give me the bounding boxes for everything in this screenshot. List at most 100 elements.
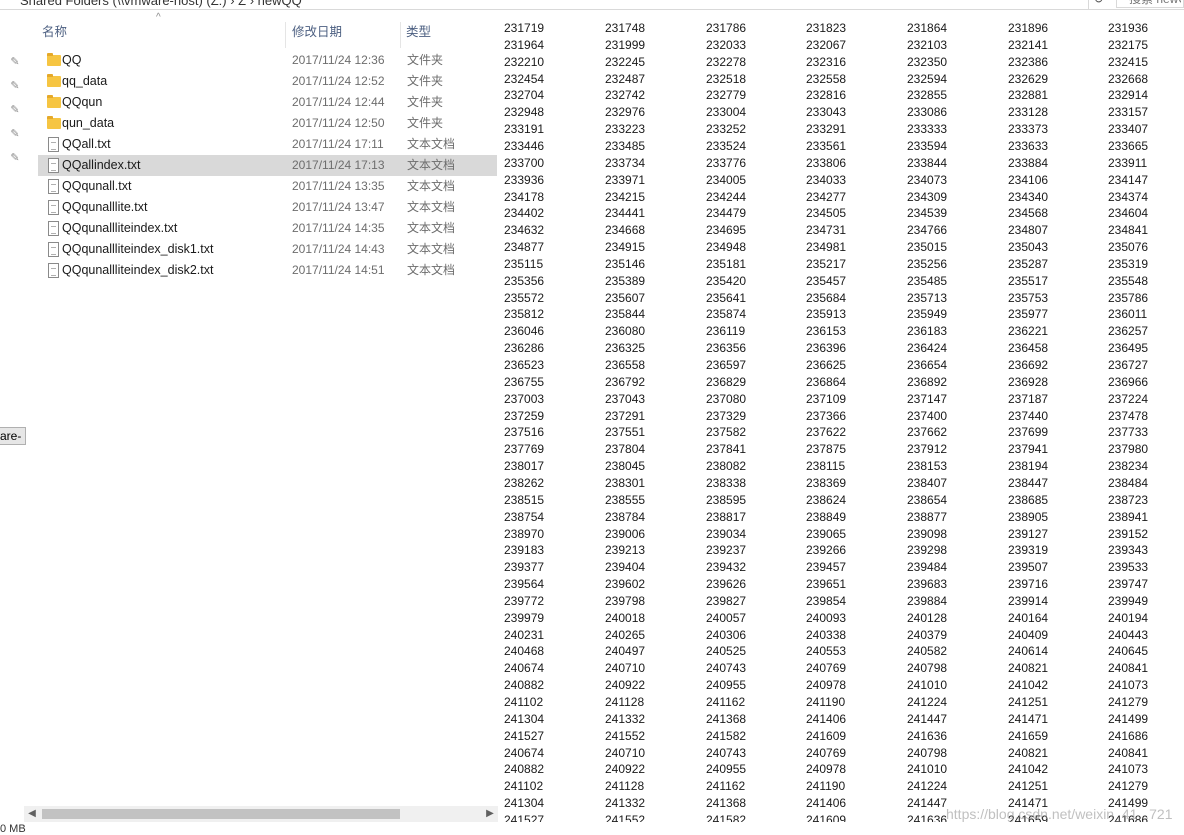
number-cell: 241128	[605, 695, 645, 709]
pin-icon[interactable]: ✎	[9, 152, 21, 164]
column-headers: ^ 名称 修改日期 类型	[34, 12, 498, 48]
number-cell: 238685	[1008, 492, 1049, 507]
file-date: 2017/11/24 14:43	[292, 242, 385, 256]
number-cell: 239484	[907, 560, 948, 575]
number-cell: 238784	[605, 509, 646, 524]
number-cell: 238905	[1008, 509, 1049, 524]
number-cell: 241636	[907, 812, 948, 822]
number-cell: 233884	[1008, 155, 1049, 170]
number-cell: 233333	[907, 122, 948, 137]
file-date: 2017/11/24 12:36	[292, 53, 385, 67]
number-cell: 234309	[907, 189, 948, 204]
file-name: qq_data	[62, 74, 108, 88]
number-cell: 240093	[806, 610, 847, 625]
scroll-right-icon[interactable]: ▶	[482, 806, 498, 822]
number-cell: 240553	[806, 644, 847, 659]
file-name: QQqunall.txt	[62, 179, 132, 193]
number-cell: 239183	[504, 543, 545, 558]
number-cell: 233004	[706, 105, 747, 120]
number-cell: 236692	[1008, 358, 1049, 372]
horizontal-scrollbar[interactable]: ◀ ▶	[24, 806, 498, 822]
scrollbar-thumb[interactable]	[42, 809, 400, 819]
number-cell: 234807	[1008, 223, 1049, 238]
number-cell: 232210	[504, 54, 545, 69]
number-cell: 234948	[706, 240, 747, 255]
address-path[interactable]: Shared Folders (\\vmware-host) (Z:) › Z …	[20, 0, 302, 8]
file-date: 2017/11/24 14:35	[292, 221, 385, 235]
number-row: 241304 241332 241368 241406 241447 241471 2414…	[500, 711, 1184, 728]
column-header-date[interactable]: 修改日期	[284, 18, 400, 48]
file-type: 文本文档	[407, 263, 456, 277]
number-cell: 241190	[806, 695, 846, 709]
number-row: 232454 232487 232518 232558 232594 232629 2326…	[500, 71, 1184, 88]
number-cell: 231964	[504, 37, 545, 52]
number-row: 233446 233485 233524 233561 233594 233633 2336…	[500, 138, 1184, 155]
number-cell: 235607	[605, 290, 646, 305]
number-cell: 241499	[1108, 711, 1149, 726]
number-row: 235356 235389 235420 235457 235485 235517 2355…	[500, 273, 1184, 290]
file-row[interactable]: QQ 2017/11/24 12:36 文件夹	[38, 50, 497, 71]
file-date: 2017/11/24 12:44	[292, 95, 385, 109]
number-cell: 235485	[907, 273, 948, 288]
file-row[interactable]: qun_data 2017/11/24 12:50 文件夹	[38, 113, 497, 134]
number-cell: 236119	[706, 324, 746, 339]
number-row: 236755 236792 236829 236864 236892 236928 2369…	[500, 374, 1184, 391]
number-cell: 241686	[1108, 728, 1149, 743]
number-cell: 239065	[806, 526, 847, 541]
number-row: 240468 240497 240525 240553 240582 240614 2406…	[500, 643, 1184, 660]
number-cell: 233700	[504, 155, 545, 170]
file-row[interactable]: QQqunall.txt 2017/11/24 13:35 文本文档	[38, 176, 497, 197]
number-cell: 232704	[504, 88, 545, 103]
file-row[interactable]: QQallindex.txt 2017/11/24 17:13 文本文档	[38, 155, 497, 176]
file-row[interactable]: QQall.txt 2017/11/24 17:11 文本文档	[38, 134, 497, 155]
refresh-icon[interactable]: ↻	[1088, 0, 1108, 9]
pin-icon[interactable]: ✎	[9, 104, 21, 116]
column-header-type[interactable]: 类型	[398, 18, 498, 48]
text-file-icon	[46, 200, 62, 216]
number-cell: 240955	[706, 762, 747, 777]
number-cell: 236286	[504, 341, 545, 356]
number-cell: 241368	[706, 796, 747, 811]
number-cell: 241251	[1008, 779, 1049, 794]
number-cell: 232141	[1008, 37, 1049, 52]
number-row: 237259 237291 237329 237366 237400 237440 2374…	[500, 408, 1184, 425]
number-cell: 233776	[706, 155, 747, 170]
file-row[interactable]: QQqunallliteindex.txt 2017/11/24 14:35 文本文…	[38, 218, 497, 239]
scroll-left-icon[interactable]: ◀	[24, 806, 40, 822]
column-header-name[interactable]: 名称	[34, 18, 286, 48]
number-cell: 236625	[806, 358, 847, 372]
number-cell: 240443	[1108, 627, 1149, 642]
folder-icon	[46, 53, 62, 69]
number-cell: 235287	[1008, 256, 1049, 271]
file-row[interactable]: QQqun 2017/11/24 12:44 文件夹	[38, 92, 497, 113]
file-row[interactable]: QQqunallliteindex_disk1.txt 2017/11/24 14…	[38, 239, 497, 260]
number-cell: 234005	[706, 172, 747, 187]
number-cell: 240882	[504, 762, 545, 777]
file-row[interactable]: QQqunalllite.txt 2017/11/24 13:47 文本文档	[38, 197, 497, 218]
chevron-down-icon[interactable]: ▾	[1070, 0, 1086, 8]
number-cell: 232881	[1008, 88, 1049, 103]
share-tooltip: are-	[0, 427, 27, 445]
address-bar[interactable]: Shared Folders (\\vmware-host) (Z:) › Z …	[0, 0, 1184, 10]
pin-icon[interactable]: ✎	[9, 56, 21, 68]
file-row[interactable]: QQqunallliteindex_disk2.txt 2017/11/24 14…	[38, 260, 497, 281]
file-type: 文件夹	[407, 116, 444, 130]
pin-icon[interactable]: ✎	[9, 80, 21, 92]
pin-icon[interactable]: ✎	[9, 128, 21, 140]
number-cell: 234505	[806, 206, 847, 221]
file-row[interactable]: qq_data 2017/11/24 12:52 文件夹	[38, 71, 497, 92]
number-cell: 231823	[806, 21, 847, 35]
file-type: 文件夹	[407, 53, 444, 67]
number-cell: 241304	[504, 711, 545, 726]
number-cell: 236356	[706, 341, 747, 356]
number-cell: 238754	[504, 509, 545, 524]
number-cell: 238234	[1108, 459, 1149, 474]
number-cell: 236829	[706, 374, 747, 389]
text-content-viewer[interactable]: 231719 231748 231786 231823 231864 231896 2319…	[500, 10, 1184, 822]
number-row: 237769 237804 237841 237875 237912 237941 2379…	[500, 441, 1184, 458]
number-cell: 231719	[504, 21, 545, 35]
number-cell: 241582	[706, 728, 747, 743]
number-cell: 235356	[504, 273, 545, 288]
number-row: 238970 239006 239034 239065 239098 239127 2391…	[500, 526, 1184, 543]
search-input[interactable]	[1116, 0, 1184, 8]
